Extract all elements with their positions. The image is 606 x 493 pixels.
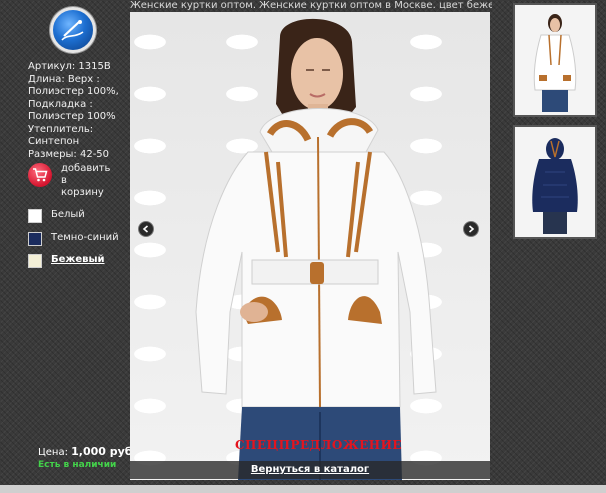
color-label[interactable]: Бежевый: [51, 254, 105, 265]
add-to-cart-button[interactable]: добавить в корзину: [28, 163, 128, 199]
color-swatch[interactable]: [28, 209, 42, 223]
cart-label-line: добавить: [61, 163, 111, 174]
horizontal-scrollbar[interactable]: [0, 485, 606, 493]
spec-line: Полиэстер 100%: [28, 111, 116, 122]
chevron-right-icon[interactable]: [463, 221, 479, 237]
back-to-catalog-link[interactable]: Вернуться в каталог: [130, 464, 490, 475]
spec-line: Подкладка :: [28, 98, 93, 110]
color-label[interactable]: Темно-синий: [51, 232, 119, 243]
cart-label-line: в: [61, 175, 67, 186]
cart-icon[interactable]: [28, 163, 52, 187]
thumbnail-navy[interactable]: [513, 125, 597, 239]
color-swatch[interactable]: [28, 232, 42, 246]
spec-line: Полиэстер 100%,: [28, 86, 119, 97]
product-specs: Артикул: 1315B Длина: Верх : Полиэстер 1…: [28, 61, 126, 161]
cart-label[interactable]: добавить в корзину: [61, 163, 121, 199]
color-swatch[interactable]: [28, 254, 42, 268]
back-to-catalog-bar: Вернуться в каталог: [130, 461, 490, 479]
spec-line: Утеплитель:: [28, 123, 94, 135]
cart-label-line: корзину: [61, 187, 104, 198]
spec-line: Артикул: 1315B: [28, 61, 111, 72]
price-value: 1,000 руб.: [71, 445, 137, 458]
logo-icon[interactable]: [50, 7, 96, 53]
price-label: Цена:: [38, 447, 68, 458]
page-title: Женские куртки оптом. Женские куртки опт…: [130, 0, 492, 11]
spec-line: Синтепон: [28, 136, 80, 147]
product-sidebar: Артикул: 1315B Длина: Верх : Полиэстер 1…: [0, 0, 137, 493]
thumbnail-white[interactable]: [513, 3, 597, 117]
special-offer-label: СПЕЦПРЕДЛОЖЕНИЕ: [235, 438, 403, 452]
spec-line: Длина: Верх :: [28, 73, 100, 85]
main-product-photo[interactable]: [130, 12, 490, 480]
chevron-left-icon[interactable]: [138, 221, 154, 237]
thumbnail-navy-image: [515, 127, 595, 237]
stock-status: Есть в наличии: [38, 460, 117, 470]
price: Цена: 1,000 руб.: [38, 445, 137, 458]
color-label[interactable]: Белый: [51, 209, 85, 220]
model-illustration: [195, 18, 437, 480]
spec-line: Размеры: 42-50: [28, 148, 110, 160]
thumbnail-white-image: [515, 5, 595, 115]
